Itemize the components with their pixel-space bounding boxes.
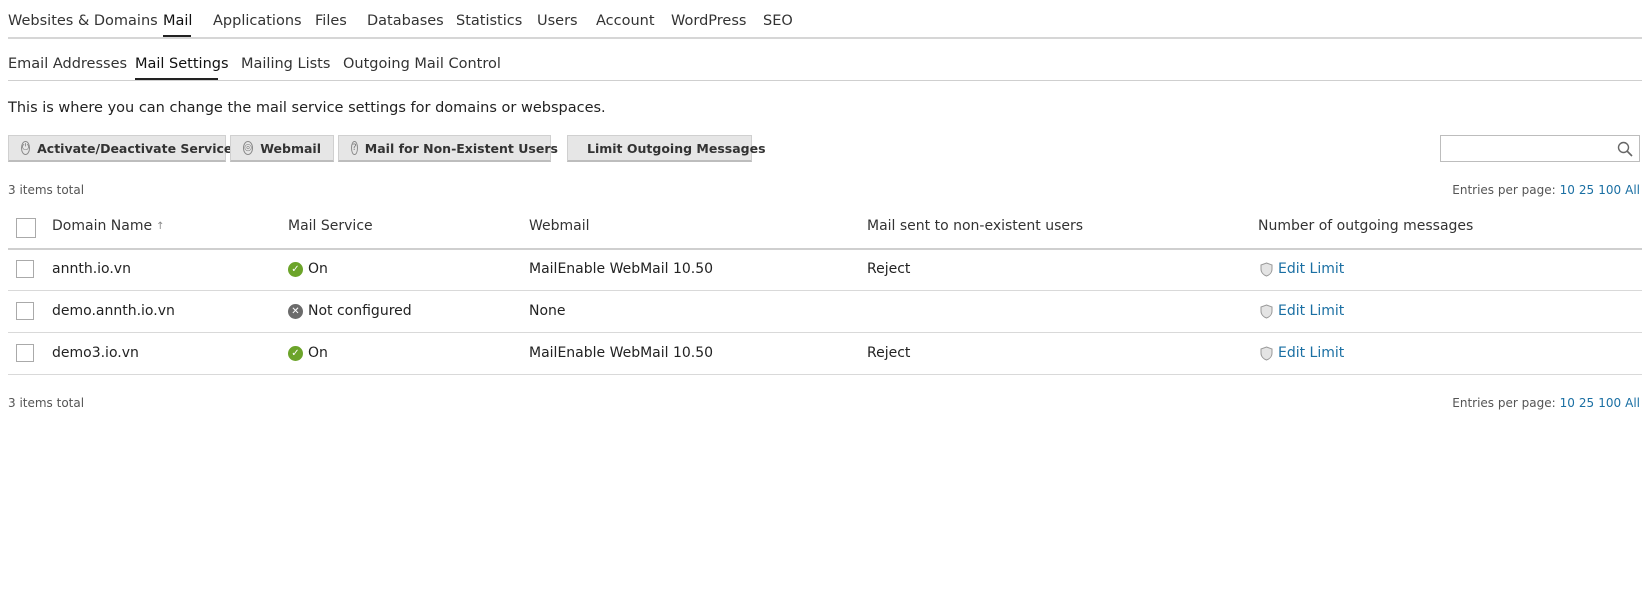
row-divider: [8, 374, 1642, 375]
entries-option-100[interactable]: 100: [1598, 396, 1621, 410]
header-mail-service[interactable]: Mail Service: [288, 218, 373, 234]
globe-icon: ◎: [243, 141, 254, 155]
top-nav: Websites & Domains Mail Applications Fil…: [8, 0, 1642, 39]
check-circle-icon: ✓: [288, 345, 303, 361]
entries-option-25[interactable]: 25: [1579, 396, 1594, 410]
domain-link[interactable]: demo.annth.io.vn: [52, 303, 175, 319]
tab-statistics[interactable]: Statistics: [456, 13, 522, 29]
entries-option-10[interactable]: 10: [1560, 183, 1575, 197]
entries-option-100[interactable]: 100: [1598, 183, 1621, 197]
mail-service-status: ✕ Not configured: [288, 303, 412, 319]
entries-per-page-top: Entries per page: 10 25 100 All: [1452, 183, 1640, 197]
row-divider: [8, 332, 1642, 333]
entries-per-page-bottom: Entries per page: 10 25 100 All: [1452, 396, 1640, 410]
items-total-top: 3 items total: [8, 183, 85, 197]
webmail-button[interactable]: ◎ Webmail: [230, 135, 334, 162]
row-checkbox[interactable]: [16, 302, 34, 320]
subtab-outgoing-mail-control[interactable]: Outgoing Mail Control: [343, 56, 501, 72]
active-subtab-indicator: [135, 78, 218, 80]
tab-websites-domains[interactable]: Websites & Domains: [8, 13, 158, 29]
sub-nav: Email Addresses Mail Settings Mailing Li…: [8, 37, 1642, 81]
check-circle-icon: ✓: [288, 261, 303, 277]
subtab-mailing-lists[interactable]: Mailing Lists: [241, 56, 330, 72]
tab-mail[interactable]: Mail: [163, 13, 192, 29]
nonexistent-value: Reject: [867, 261, 911, 277]
tab-seo[interactable]: SEO: [763, 13, 793, 29]
webmail-value: MailEnable WebMail 10.50: [529, 261, 714, 277]
search-icon[interactable]: [1617, 141, 1633, 157]
entries-option-all[interactable]: All: [1625, 396, 1640, 410]
mail-service-status: ✓ On: [288, 345, 328, 361]
row-divider: [8, 290, 1642, 291]
header-domain-name[interactable]: Domain Name ↑: [52, 218, 164, 234]
header-nonexistent-users[interactable]: Mail sent to non-existent users: [867, 218, 1083, 234]
tab-wordpress[interactable]: WordPress: [671, 13, 746, 29]
tab-files[interactable]: Files: [315, 13, 347, 29]
tab-account[interactable]: Account: [596, 13, 655, 29]
items-total-bottom: 3 items total: [8, 396, 85, 410]
search-box[interactable]: [1440, 135, 1640, 162]
shield-icon: [1260, 345, 1273, 361]
power-icon: ⏻: [21, 141, 31, 155]
entries-option-25[interactable]: 25: [1579, 183, 1594, 197]
sort-asc-icon: ↑: [156, 220, 165, 232]
search-input[interactable]: [1445, 137, 1609, 162]
tab-databases[interactable]: Databases: [367, 13, 444, 29]
header-webmail[interactable]: Webmail: [529, 218, 590, 234]
subtab-mail-settings[interactable]: Mail Settings: [135, 56, 229, 72]
entries-option-all[interactable]: All: [1625, 183, 1640, 197]
edit-limit-link[interactable]: Edit Limit: [1260, 303, 1344, 319]
row-checkbox[interactable]: [16, 260, 34, 278]
webmail-value: None: [529, 303, 566, 319]
page-description: This is where you can change the mail se…: [8, 100, 606, 116]
header-outgoing-messages[interactable]: Number of outgoing messages: [1258, 218, 1473, 234]
limit-outgoing-messages-button[interactable]: Limit Outgoing Messages: [567, 135, 766, 162]
nonexistent-value: Reject: [867, 345, 911, 361]
select-all-checkbox[interactable]: [16, 218, 36, 238]
entries-label: Entries per page:: [1452, 396, 1556, 410]
domain-link[interactable]: demo3.io.vn: [52, 345, 139, 361]
shield-icon: [1260, 261, 1273, 277]
mail-nonexistent-users-button[interactable]: ? Mail for Non-Existent Users: [338, 135, 558, 162]
subtab-email-addresses[interactable]: Email Addresses: [8, 56, 127, 72]
x-circle-icon: ✕: [288, 303, 303, 319]
activate-deactivate-button[interactable]: ⏻ Activate/Deactivate Services: [8, 135, 240, 162]
entries-label: Entries per page:: [1452, 183, 1556, 197]
header-divider: [8, 248, 1642, 250]
webmail-value: MailEnable WebMail 10.50: [529, 345, 714, 361]
question-icon: ?: [351, 141, 358, 155]
mail-service-status: ✓ On: [288, 261, 328, 277]
tab-users[interactable]: Users: [537, 13, 578, 29]
shield-icon: [1260, 303, 1273, 319]
tab-applications[interactable]: Applications: [213, 13, 302, 29]
domain-link[interactable]: annth.io.vn: [52, 261, 131, 277]
entries-option-10[interactable]: 10: [1560, 396, 1575, 410]
edit-limit-link[interactable]: Edit Limit: [1260, 261, 1344, 277]
row-checkbox[interactable]: [16, 344, 34, 362]
edit-limit-link[interactable]: Edit Limit: [1260, 345, 1344, 361]
